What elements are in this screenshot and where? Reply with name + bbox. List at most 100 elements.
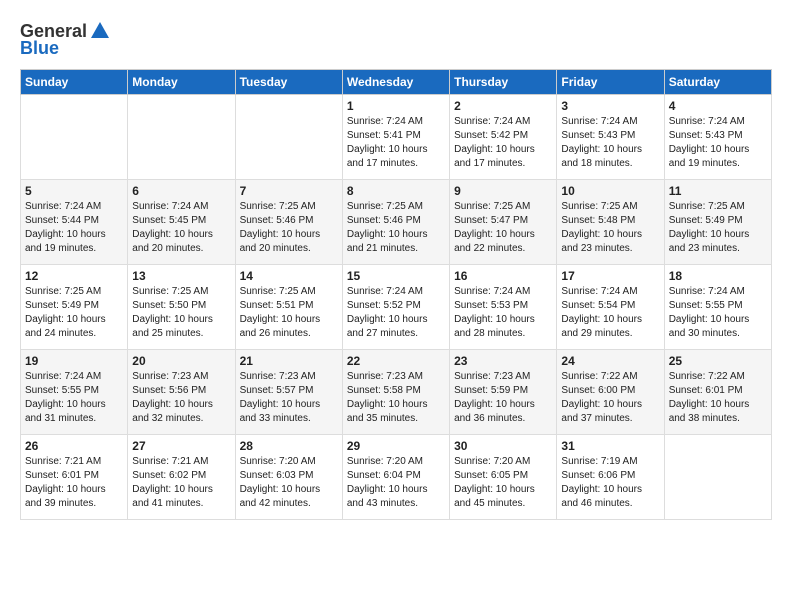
day-cell: 19 Sunrise: 7:24 AM Sunset: 5:55 PM Dayli…: [21, 350, 128, 435]
day-cell: 25 Sunrise: 7:22 AM Sunset: 6:01 PM Dayli…: [664, 350, 771, 435]
day-number: 29: [347, 439, 445, 453]
day-number: 19: [25, 354, 123, 368]
week-row-2: 5 Sunrise: 7:24 AM Sunset: 5:44 PM Daylig…: [21, 180, 772, 265]
day-number: 18: [669, 269, 767, 283]
day-number: 30: [454, 439, 552, 453]
day-number: 21: [240, 354, 338, 368]
day-number: 14: [240, 269, 338, 283]
day-cell: 3 Sunrise: 7:24 AM Sunset: 5:43 PM Daylig…: [557, 95, 664, 180]
day-cell: 7 Sunrise: 7:25 AM Sunset: 5:46 PM Daylig…: [235, 180, 342, 265]
day-cell: 28 Sunrise: 7:20 AM Sunset: 6:03 PM Dayli…: [235, 435, 342, 520]
day-cell: 6Sunrise: 7:24 AM Sunset: 5:45 PM Daylig…: [128, 180, 235, 265]
day-number: 10: [561, 184, 659, 198]
day-number: 1: [347, 99, 445, 113]
day-info: Sunrise: 7:19 AM Sunset: 6:06 PM Dayligh…: [561, 455, 659, 511]
day-info: Sunrise: 7:22 AM Sunset: 6:01 PM Dayligh…: [669, 370, 767, 426]
day-number: 3: [561, 99, 659, 113]
week-row-4: 19 Sunrise: 7:24 AM Sunset: 5:55 PM Dayli…: [21, 350, 772, 435]
day-cell: 27Sunrise: 7:21 AM Sunset: 6:02 PM Dayli…: [128, 435, 235, 520]
day-number: 11: [669, 184, 767, 198]
day-number: 22: [347, 354, 445, 368]
day-info: Sunrise: 7:24 AM Sunset: 5:43 PM Dayligh…: [561, 115, 659, 171]
day-info: Sunrise: 7:24 AM Sunset: 5:55 PM Dayligh…: [669, 285, 767, 341]
calendar-table: SundayMondayTuesdayWednesdayThursdayFrid…: [20, 69, 772, 520]
day-number: 6: [132, 184, 230, 198]
day-cell: 1 Sunrise: 7:24 AM Sunset: 5:41 PM Daylig…: [342, 95, 449, 180]
day-cell: 20 Sunrise: 7:23 AM Sunset: 5:56 PM Dayli…: [128, 350, 235, 435]
day-cell: [664, 435, 771, 520]
day-number: 16: [454, 269, 552, 283]
day-info: Sunrise: 7:24 AM Sunset: 5:55 PM Dayligh…: [25, 370, 123, 426]
day-info: Sunrise: 7:21 AM Sunset: 6:02 PM Dayligh…: [132, 455, 230, 511]
day-info: Sunrise: 7:23 AM Sunset: 5:58 PM Dayligh…: [347, 370, 445, 426]
day-info: Sunrise: 7:25 AM Sunset: 5:50 PM Dayligh…: [132, 285, 230, 341]
day-info: Sunrise: 7:24 AM Sunset: 5:41 PM Dayligh…: [347, 115, 445, 171]
weekday-header-sunday: Sunday: [21, 70, 128, 95]
day-cell: 12 Sunrise: 7:25 AM Sunset: 5:49 PM Dayli…: [21, 265, 128, 350]
day-cell: 31Sunrise: 7:19 AM Sunset: 6:06 PM Dayli…: [557, 435, 664, 520]
day-info: Sunrise: 7:24 AM Sunset: 5:43 PM Dayligh…: [669, 115, 767, 171]
day-number: 2: [454, 99, 552, 113]
day-cell: 29 Sunrise: 7:20 AM Sunset: 6:04 PM Dayli…: [342, 435, 449, 520]
logo-icon: [89, 20, 111, 42]
day-cell: 4Sunrise: 7:24 AM Sunset: 5:43 PM Daylig…: [664, 95, 771, 180]
day-cell: 23 Sunrise: 7:23 AM Sunset: 5:59 PM Dayli…: [450, 350, 557, 435]
day-info: Sunrise: 7:25 AM Sunset: 5:49 PM Dayligh…: [25, 285, 123, 341]
day-number: 8: [347, 184, 445, 198]
day-cell: 10 Sunrise: 7:25 AM Sunset: 5:48 PM Dayli…: [557, 180, 664, 265]
day-cell: 9 Sunrise: 7:25 AM Sunset: 5:47 PM Daylig…: [450, 180, 557, 265]
weekday-header-row: SundayMondayTuesdayWednesdayThursdayFrid…: [21, 70, 772, 95]
day-cell: 24Sunrise: 7:22 AM Sunset: 6:00 PM Dayli…: [557, 350, 664, 435]
weekday-header-wednesday: Wednesday: [342, 70, 449, 95]
day-info: Sunrise: 7:24 AM Sunset: 5:44 PM Dayligh…: [25, 200, 123, 256]
day-cell: 22 Sunrise: 7:23 AM Sunset: 5:58 PM Dayli…: [342, 350, 449, 435]
day-cell: 15Sunrise: 7:24 AM Sunset: 5:52 PM Dayli…: [342, 265, 449, 350]
day-info: Sunrise: 7:22 AM Sunset: 6:00 PM Dayligh…: [561, 370, 659, 426]
day-number: 13: [132, 269, 230, 283]
day-info: Sunrise: 7:24 AM Sunset: 5:52 PM Dayligh…: [347, 285, 445, 341]
day-info: Sunrise: 7:20 AM Sunset: 6:05 PM Dayligh…: [454, 455, 552, 511]
day-cell: [21, 95, 128, 180]
day-info: Sunrise: 7:25 AM Sunset: 5:47 PM Dayligh…: [454, 200, 552, 256]
day-cell: [235, 95, 342, 180]
day-cell: 30 Sunrise: 7:20 AM Sunset: 6:05 PM Dayli…: [450, 435, 557, 520]
day-info: Sunrise: 7:24 AM Sunset: 5:53 PM Dayligh…: [454, 285, 552, 341]
day-number: 23: [454, 354, 552, 368]
day-number: 9: [454, 184, 552, 198]
day-cell: 16 Sunrise: 7:24 AM Sunset: 5:53 PM Dayli…: [450, 265, 557, 350]
day-info: Sunrise: 7:25 AM Sunset: 5:48 PM Dayligh…: [561, 200, 659, 256]
day-number: 12: [25, 269, 123, 283]
day-info: Sunrise: 7:20 AM Sunset: 6:03 PM Dayligh…: [240, 455, 338, 511]
day-number: 20: [132, 354, 230, 368]
week-row-5: 26Sunrise: 7:21 AM Sunset: 6:01 PM Dayli…: [21, 435, 772, 520]
day-cell: 18 Sunrise: 7:24 AM Sunset: 5:55 PM Dayli…: [664, 265, 771, 350]
day-cell: 21 Sunrise: 7:23 AM Sunset: 5:57 PM Dayli…: [235, 350, 342, 435]
weekday-header-friday: Friday: [557, 70, 664, 95]
day-cell: 13 Sunrise: 7:25 AM Sunset: 5:50 PM Dayli…: [128, 265, 235, 350]
day-info: Sunrise: 7:24 AM Sunset: 5:42 PM Dayligh…: [454, 115, 552, 171]
page-header: General Blue: [20, 20, 772, 59]
day-info: Sunrise: 7:24 AM Sunset: 5:54 PM Dayligh…: [561, 285, 659, 341]
day-info: Sunrise: 7:23 AM Sunset: 5:59 PM Dayligh…: [454, 370, 552, 426]
weekday-header-thursday: Thursday: [450, 70, 557, 95]
logo: General Blue: [20, 20, 111, 59]
day-cell: 8 Sunrise: 7:25 AM Sunset: 5:46 PM Daylig…: [342, 180, 449, 265]
day-info: Sunrise: 7:23 AM Sunset: 5:57 PM Dayligh…: [240, 370, 338, 426]
day-info: Sunrise: 7:25 AM Sunset: 5:46 PM Dayligh…: [347, 200, 445, 256]
day-info: Sunrise: 7:23 AM Sunset: 5:56 PM Dayligh…: [132, 370, 230, 426]
day-cell: 26Sunrise: 7:21 AM Sunset: 6:01 PM Dayli…: [21, 435, 128, 520]
day-number: 5: [25, 184, 123, 198]
day-info: Sunrise: 7:20 AM Sunset: 6:04 PM Dayligh…: [347, 455, 445, 511]
day-cell: 17 Sunrise: 7:24 AM Sunset: 5:54 PM Dayli…: [557, 265, 664, 350]
day-cell: [128, 95, 235, 180]
day-cell: 2 Sunrise: 7:24 AM Sunset: 5:42 PM Daylig…: [450, 95, 557, 180]
day-number: 25: [669, 354, 767, 368]
day-cell: 14Sunrise: 7:25 AM Sunset: 5:51 PM Dayli…: [235, 265, 342, 350]
day-info: Sunrise: 7:25 AM Sunset: 5:46 PM Dayligh…: [240, 200, 338, 256]
day-number: 7: [240, 184, 338, 198]
weekday-header-saturday: Saturday: [664, 70, 771, 95]
day-number: 17: [561, 269, 659, 283]
day-info: Sunrise: 7:21 AM Sunset: 6:01 PM Dayligh…: [25, 455, 123, 511]
weekday-header-monday: Monday: [128, 70, 235, 95]
day-number: 28: [240, 439, 338, 453]
